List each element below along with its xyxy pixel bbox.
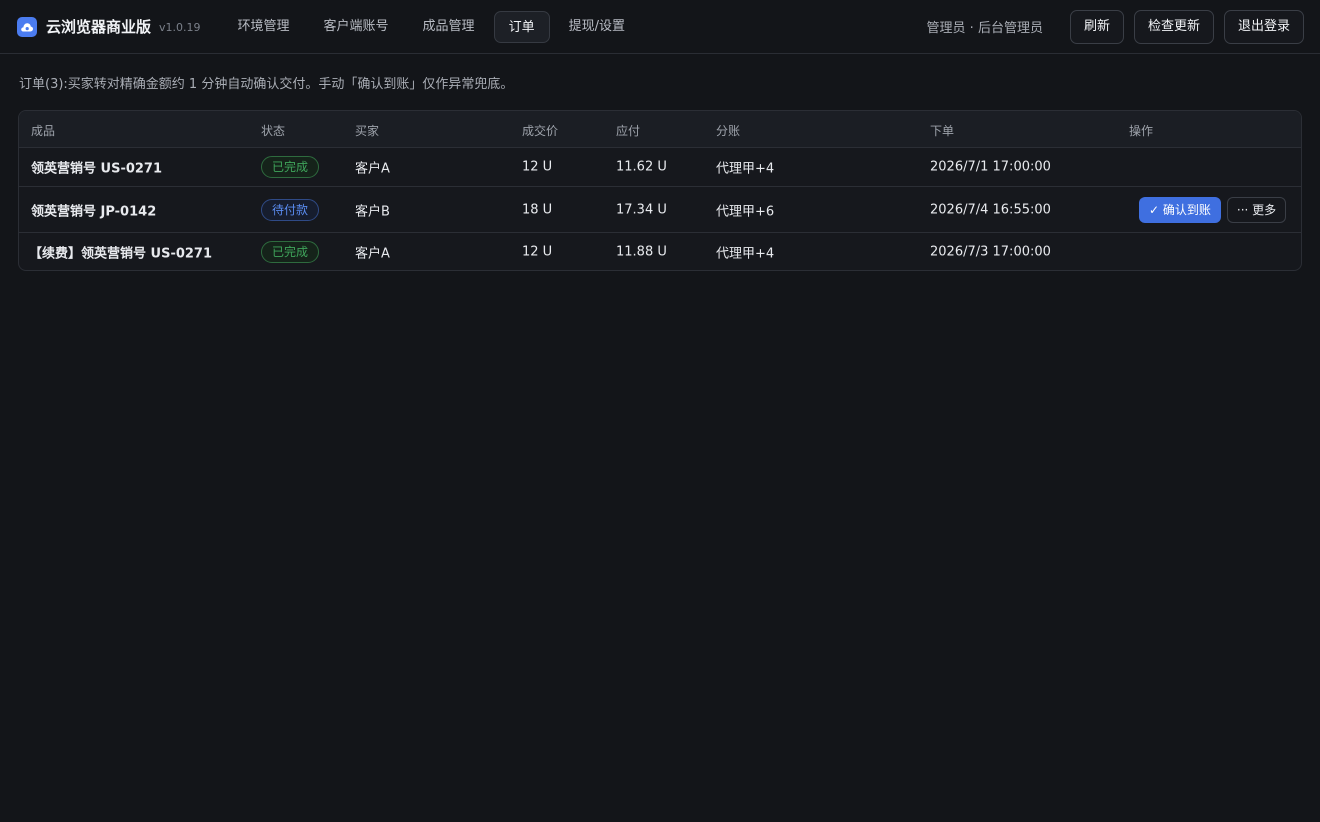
header-actions: 管理员 · 后台管理员 刷新 检查更新 退出登录 bbox=[926, 9, 1304, 44]
buyer: 客户A bbox=[355, 161, 390, 177]
header-payable: 应付 bbox=[616, 124, 641, 138]
product-name: 领英营销号 JP-0142 bbox=[31, 204, 157, 219]
payable-amount: 11.62 U bbox=[616, 159, 667, 175]
product-name: 领英营销号 US-0271 bbox=[31, 161, 163, 177]
buyer: 客户B bbox=[355, 204, 390, 219]
user-info: 管理员 · 后台管理员 bbox=[926, 21, 1043, 36]
refresh-button[interactable]: 刷新 bbox=[1069, 9, 1124, 44]
table-row: 领英营销号 JP-0142 待付款 客户B 18 U 17.34 U 代理甲+6… bbox=[19, 187, 1301, 233]
header-buyer: 买家 bbox=[355, 124, 380, 138]
status-badge: 已完成 bbox=[261, 240, 320, 263]
tab-environment[interactable]: 环境管理 bbox=[223, 11, 305, 43]
logout-button[interactable]: 退出登录 bbox=[1223, 9, 1304, 44]
orders-table: 成品 状态 买家 成交价 应付 分账 下单 操作 领英营销号 US-0271 已… bbox=[18, 110, 1302, 271]
order-time: 2026/7/1 17:00:00 bbox=[930, 159, 1051, 175]
tab-withdraw-settings[interactable]: 提现/设置 bbox=[554, 11, 640, 43]
table-header: 成品 状态 买家 成交价 应付 分账 下单 操作 bbox=[19, 111, 1301, 148]
tab-orders[interactable]: 订单 bbox=[493, 10, 550, 43]
header-product: 成品 bbox=[31, 124, 56, 138]
status-cell: 已完成 bbox=[261, 240, 320, 263]
status-badge: 已完成 bbox=[261, 156, 320, 178]
more-button[interactable]: ··· 更多 bbox=[1226, 196, 1287, 223]
payable-amount: 11.88 U bbox=[616, 244, 667, 259]
header-status: 状态 bbox=[261, 124, 286, 138]
buyer: 客户A bbox=[355, 246, 390, 261]
header-split: 分账 bbox=[716, 124, 741, 138]
cloud-icon bbox=[17, 16, 37, 37]
payable-amount: 17.34 U bbox=[616, 202, 667, 217]
header-price: 成交价 bbox=[522, 124, 559, 138]
check-update-button[interactable]: 检查更新 bbox=[1133, 9, 1214, 44]
row-actions: ✓ 确认到账 ··· 更多 bbox=[1139, 196, 1287, 223]
tab-products[interactable]: 成品管理 bbox=[408, 11, 490, 43]
header-actions: 操作 bbox=[1129, 124, 1154, 138]
table-row: 【续费】领英营销号 US-0271 已完成 客户A 12 U 11.88 U 代… bbox=[19, 233, 1301, 270]
deal-price: 12 U bbox=[522, 244, 553, 259]
split-info: 代理甲+4 bbox=[716, 161, 775, 177]
order-time: 2026/7/4 16:55:00 bbox=[930, 202, 1051, 217]
app-version: v1.0.19 bbox=[159, 21, 201, 34]
table-row: 领英营销号 US-0271 已完成 客户A 12 U 11.62 U 代理甲+4… bbox=[19, 148, 1301, 187]
deal-price: 18 U bbox=[522, 202, 553, 217]
confirm-payment-button[interactable]: ✓ 确认到账 bbox=[1139, 196, 1221, 223]
deal-price: 12 U bbox=[522, 159, 553, 175]
split-info: 代理甲+6 bbox=[716, 204, 775, 219]
split-info: 代理甲+4 bbox=[716, 246, 775, 261]
header-ordered: 下单 bbox=[930, 124, 955, 138]
app-title: 云浏览器商业版 bbox=[46, 18, 152, 36]
status-cell: 已完成 bbox=[261, 156, 320, 178]
order-time: 2026/7/3 17:00:00 bbox=[930, 244, 1051, 259]
status-cell: 待付款 bbox=[261, 198, 320, 221]
main-nav: 环境管理 客户端账号 成品管理 订单 提现/设置 bbox=[223, 10, 644, 43]
orders-notice: 订单(3):买家转对精确金额约 1 分钟自动确认交付。手动「确认到账」仅作异常兜… bbox=[19, 77, 514, 92]
tab-client-accounts[interactable]: 客户端账号 bbox=[309, 11, 404, 43]
product-name: 【续费】领英营销号 US-0271 bbox=[29, 246, 213, 261]
top-bar: 云浏览器商业版 v1.0.19 环境管理 客户端账号 成品管理 订单 提现/设置… bbox=[0, 0, 1320, 54]
status-badge: 待付款 bbox=[261, 198, 320, 221]
brand: 云浏览器商业版 v1.0.19 bbox=[17, 16, 201, 37]
